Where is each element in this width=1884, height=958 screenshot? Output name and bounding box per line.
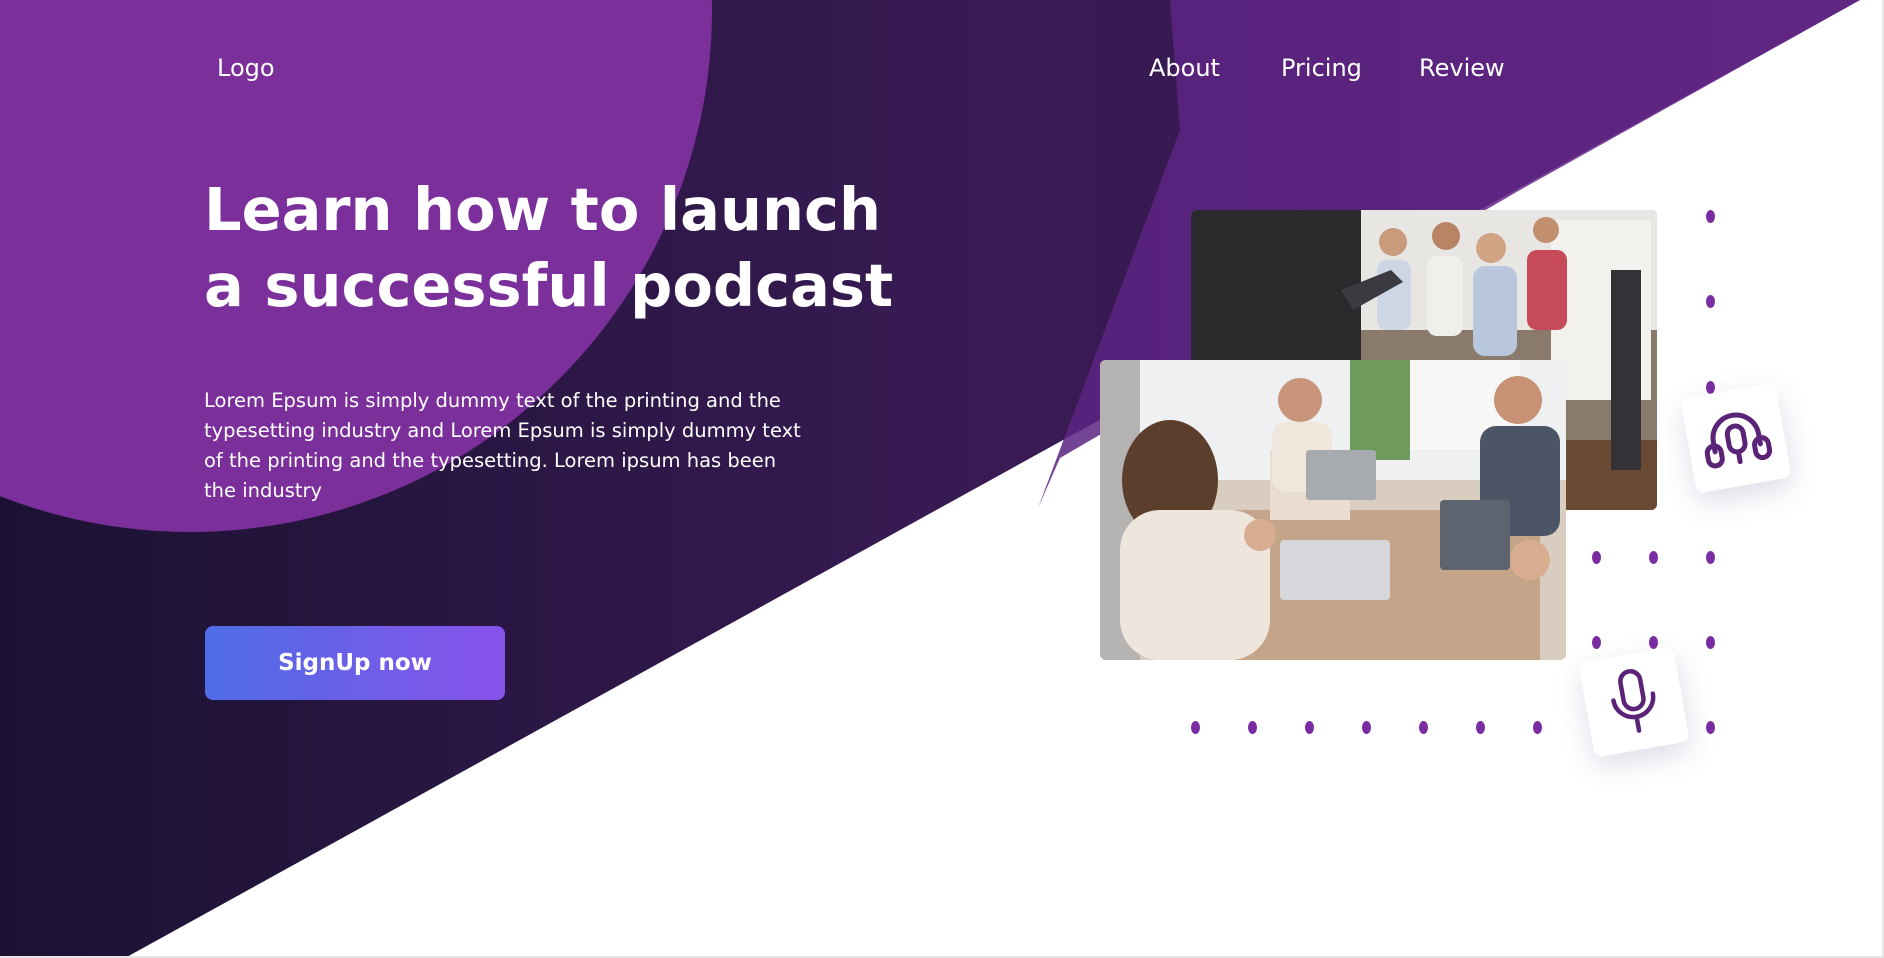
headline-line-1: Learn how to launch (204, 175, 881, 244)
decor-dot (1248, 721, 1257, 734)
nav-logo[interactable]: Logo (217, 54, 275, 82)
headphones-icon (1704, 412, 1773, 469)
decor-dot (1305, 721, 1314, 734)
decor-dot (1592, 551, 1601, 564)
microphone-card (1578, 646, 1690, 758)
microphone-icon (1611, 669, 1656, 733)
decor-dot (1533, 721, 1542, 734)
headline-line-2: a successful podcast (204, 251, 894, 320)
decor-dot (1706, 295, 1715, 308)
hero-headline: Learn how to launch a successful podcast (204, 172, 894, 324)
nav-link-about[interactable]: About (1149, 54, 1220, 82)
nav-link-review[interactable]: Review (1419, 54, 1505, 82)
decor-dot (1706, 210, 1715, 223)
signup-button[interactable]: SignUp now (205, 626, 505, 700)
hero-description: Lorem Epsum is simply dummy text of the … (204, 389, 801, 502)
nav-link-pricing[interactable]: Pricing (1281, 54, 1362, 82)
decor-dot (1476, 721, 1485, 734)
decor-dot (1649, 551, 1658, 564)
headphones-card (1680, 382, 1792, 494)
decor-dot (1362, 721, 1371, 734)
decor-dot (1706, 721, 1715, 734)
decor-dot (1706, 636, 1715, 649)
decor-dot (1706, 551, 1715, 564)
decor-dot (1592, 636, 1601, 649)
decor-dot (1419, 721, 1428, 734)
decor-dot (1191, 721, 1200, 734)
meeting-photo (1100, 360, 1566, 660)
decor-dot (1649, 636, 1658, 649)
